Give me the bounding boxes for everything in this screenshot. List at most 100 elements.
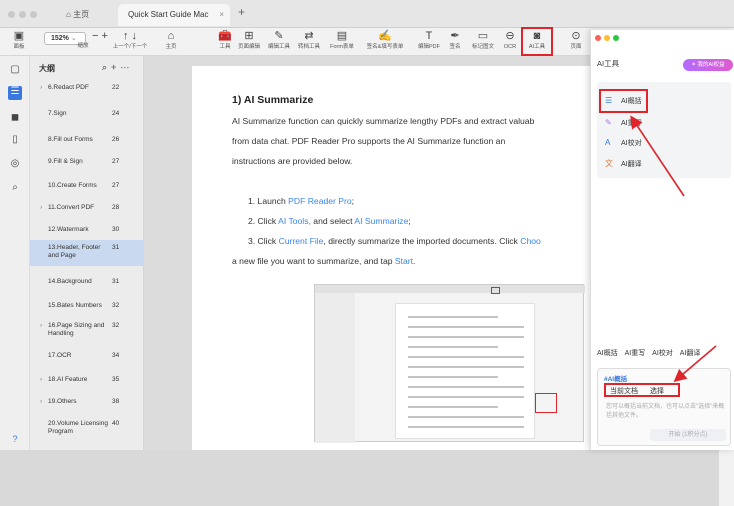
- outline-panel: 大纲 ⌕+⋯ › 6.Redact PDF 22 7.Sign 24 8.Fill out…: [30, 56, 144, 450]
- section-title: 1) AI Summarize: [232, 94, 314, 106]
- chevron-right-icon[interactable]: ›: [40, 204, 42, 212]
- embedded-screenshot: [314, 284, 585, 443]
- outline-item-page: 32: [112, 302, 120, 309]
- start-button[interactable]: 开始 (1积分点): [650, 429, 726, 441]
- edit-pdf-button[interactable]: T 编辑PDF: [414, 30, 444, 52]
- step-link[interactable]: AI Tools,: [278, 216, 311, 226]
- outline-item[interactable]: 8.Fill out Forms 26: [30, 132, 144, 148]
- convert-button[interactable]: ⇄ 转档工具: [294, 30, 324, 52]
- ai-summarize-input[interactable]: #AI概括 当前文档 选择 您可以概括当前文档，也可以点击"选择"来概括其他文件…: [597, 368, 731, 446]
- screenshot-icon[interactable]: ◎: [8, 158, 22, 172]
- embedded-toolbar: [315, 285, 585, 293]
- step-text: 3. Click: [248, 236, 279, 246]
- outline-item[interactable]: 12.Watermark 30: [30, 222, 144, 238]
- tab-ai-summarize[interactable]: AI概括: [597, 350, 618, 357]
- step-link[interactable]: Choo: [520, 236, 541, 246]
- tab-home[interactable]: ⌂ 主页: [56, 4, 116, 26]
- help-icon[interactable]: ?: [8, 434, 22, 448]
- panel-title: AI工具: [597, 59, 620, 68]
- prev-next-button[interactable]: ↑ ↓ 上一个/下一个: [110, 30, 150, 52]
- close-tab-icon[interactable]: ×: [219, 4, 224, 26]
- chevron-right-icon[interactable]: ›: [40, 322, 42, 330]
- outline-item[interactable]: 15.Bates Numbers 32: [30, 298, 144, 314]
- edit-tools-button[interactable]: ✎ 编辑工具: [264, 30, 294, 52]
- paragraph-line: from data chat. PDF Reader Pro supports …: [232, 136, 506, 146]
- paragraph-line: AI Summarize function can quickly summar…: [232, 116, 535, 126]
- home-button[interactable]: ⌂ 主页: [160, 30, 182, 52]
- step-link[interactable]: Start: [395, 256, 413, 266]
- outline-item-page: 26: [112, 136, 120, 143]
- tab-ai-rewrite[interactable]: AI重写: [625, 350, 646, 357]
- outline-item[interactable]: 14.Background 31: [30, 274, 144, 290]
- select-file-option[interactable]: 选择: [650, 386, 664, 396]
- outline-item[interactable]: › 16.Page Sizing and Handling 32: [30, 318, 144, 342]
- thumbnail-icon[interactable]: ◼: [8, 112, 22, 126]
- translate-icon: 文: [605, 159, 613, 168]
- zoom-window-button[interactable]: [613, 35, 619, 41]
- home-icon: ⌂: [66, 10, 71, 19]
- tab-ai-proofread[interactable]: AI校对: [652, 350, 673, 357]
- step-link[interactable]: Current File: [279, 236, 324, 246]
- search-icon[interactable]: ⌕: [8, 182, 22, 196]
- outline-item[interactable]: 9.Fill & Sign 27: [30, 154, 144, 170]
- paragraph-line: instructions are provided below.: [232, 156, 353, 166]
- current-document-option[interactable]: 当前文档: [610, 386, 638, 396]
- outline-item[interactable]: › 11.Convert PDF 28: [30, 200, 144, 216]
- my-ai-rights-button[interactable]: ✦ 我的AI权益: [683, 59, 733, 71]
- ai-translate-item[interactable]: 文 AI翻译: [605, 158, 642, 169]
- page-edit-button[interactable]: ⊞ 页面编辑: [234, 30, 264, 52]
- outline-item-page: 34: [112, 352, 120, 359]
- outline-item[interactable]: 7.Sign 24: [30, 106, 144, 122]
- ocr-button[interactable]: ⊖ OCR: [500, 30, 520, 52]
- toolbar-panel-button[interactable]: ▣ 面板: [6, 30, 32, 52]
- more-icon[interactable]: ⋯: [120, 62, 133, 72]
- outline-item[interactable]: 10.Create Forms 27: [30, 178, 144, 194]
- sign-button[interactable]: ✒ 签名: [446, 30, 464, 52]
- tab-document[interactable]: Quick Start Guide Mac 4.6.2 ×: [118, 4, 230, 41]
- zoom-window-button[interactable]: [30, 11, 37, 18]
- step-text: and select: [310, 216, 355, 226]
- close-window-button[interactable]: [595, 35, 601, 41]
- step-link[interactable]: AI Summarize: [354, 216, 408, 226]
- outline-item[interactable]: 20.Volume Licensing Program 40: [30, 416, 144, 442]
- convert-icon: ⇄: [304, 30, 314, 42]
- minimize-window-button[interactable]: [19, 11, 26, 18]
- outline-item[interactable]: › 6.Redact PDF 22: [30, 80, 144, 96]
- outline-item[interactable]: 13.Header, Footer and Page 31: [30, 240, 144, 266]
- outline-icon[interactable]: ☰: [8, 86, 22, 100]
- outline-item[interactable]: › 19.Others 38: [30, 394, 144, 410]
- ai-tools-highlight-box: [521, 27, 553, 56]
- pdf-page: 1) AI Summarize AI Summarize function ca…: [192, 66, 590, 450]
- step-line: 3. Click Current File, directly summariz…: [248, 236, 541, 246]
- outline-item[interactable]: › 18.AI Feature 35: [30, 372, 144, 388]
- form-button[interactable]: ▤ Form表单: [326, 30, 358, 52]
- chevron-right-icon[interactable]: ›: [40, 376, 42, 384]
- ai-proofread-item[interactable]: A AI校对: [605, 138, 642, 148]
- search-icon[interactable]: ⌕: [102, 62, 111, 72]
- add-icon[interactable]: +: [111, 62, 120, 72]
- chevron-right-icon[interactable]: ›: [40, 398, 42, 406]
- outline-item-title: 17.OCR: [48, 352, 72, 359]
- markup-button[interactable]: ▭ 标记图文: [468, 30, 498, 52]
- close-window-button[interactable]: [8, 11, 15, 18]
- outline-tools: ⌕+⋯: [102, 62, 133, 73]
- outline-item-title: 13.Header, Footer and Page: [48, 244, 101, 259]
- page-icon[interactable]: ▢: [8, 64, 22, 78]
- minimize-window-button[interactable]: [604, 35, 610, 41]
- ai-rewrite-item[interactable]: ✎ AI重写: [605, 118, 642, 128]
- chevron-right-icon[interactable]: ›: [40, 84, 42, 92]
- outline-title: 大纲: [39, 64, 55, 73]
- tab-ai-translate[interactable]: AI翻译: [680, 350, 701, 357]
- ai-bottom-tabs: AI概括 AI重写 AI校对 AI翻译: [597, 348, 705, 358]
- outline-item-title: 8.Fill out Forms: [48, 136, 93, 143]
- document-viewport[interactable]: 1) AI Summarize AI Summarize function ca…: [144, 56, 734, 506]
- tools-button[interactable]: 🧰 工具: [214, 30, 236, 52]
- page-button[interactable]: ⊙ 页面: [564, 30, 588, 52]
- outline-item-page: 24: [112, 110, 120, 117]
- new-tab-button[interactable]: +: [238, 5, 245, 19]
- sign-fill-button[interactable]: ✍ 签名&填写表单: [360, 30, 410, 52]
- bookmark-icon[interactable]: ▯: [8, 134, 22, 148]
- step-link[interactable]: PDF Reader Pro: [288, 196, 352, 206]
- outline-item[interactable]: 17.OCR 34: [30, 348, 144, 364]
- outline-item-title: 20.Volume Licensing Program: [48, 420, 108, 435]
